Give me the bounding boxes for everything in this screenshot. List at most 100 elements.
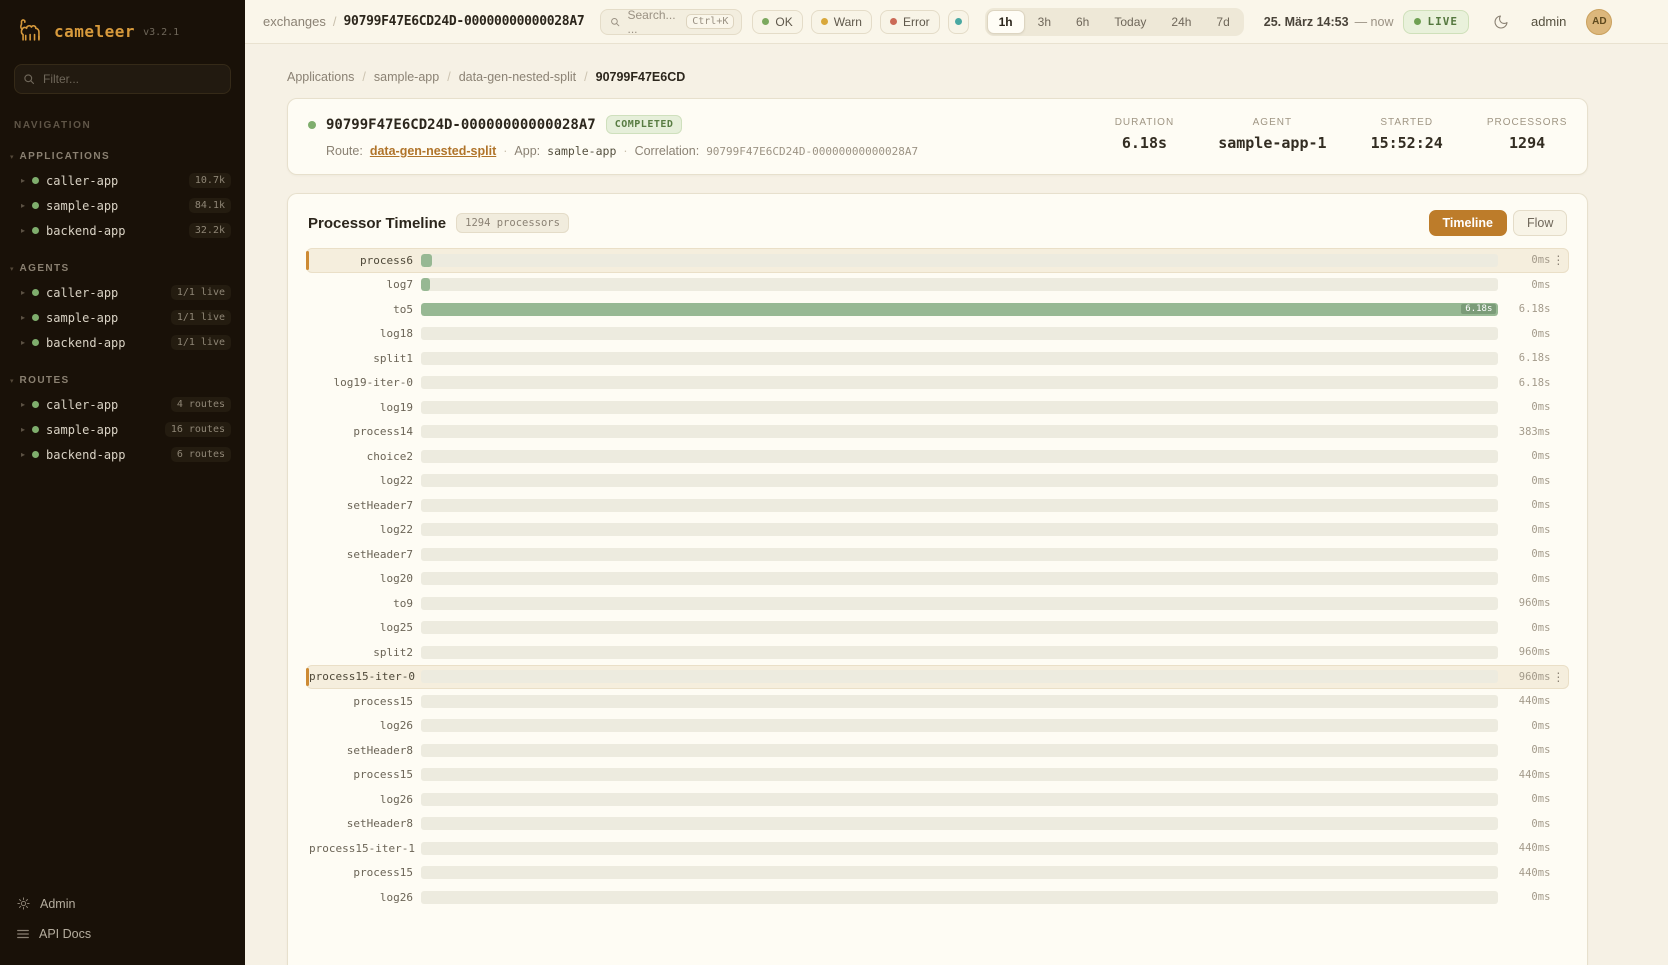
timeline-row-process15-iter-0[interactable]: process15-iter-0960ms⋮ <box>306 665 1569 690</box>
timeline-row-log26[interactable]: log260ms <box>306 885 1569 910</box>
row-menu-icon[interactable]: ⋮ <box>1550 670 1566 684</box>
processor-label: log22 <box>309 523 421 536</box>
chevron-right-icon: ▸ <box>21 201 25 210</box>
breadcrumb-item-sample-app[interactable]: sample-app <box>374 70 439 84</box>
timeline-row-log19[interactable]: log190ms <box>306 395 1569 420</box>
timeline-row-process15-iter-1[interactable]: process15-iter-1440ms <box>306 836 1569 861</box>
timeline-track <box>421 352 1498 365</box>
breadcrumb-item-data-gen-nested-split[interactable]: data-gen-nested-split <box>459 70 576 84</box>
avatar[interactable]: AD <box>1586 9 1612 35</box>
filter-input[interactable] <box>14 64 231 94</box>
timeline-row-setheader7[interactable]: setHeader70ms <box>306 493 1569 518</box>
section-header-routes[interactable]: ▾ROUTES <box>0 371 245 392</box>
sidebar-item-agents-caller-app[interactable]: ▸caller-app1/1 live <box>0 280 245 305</box>
navigation-label: NAVIGATION <box>14 120 231 131</box>
breadcrumb-item-applications[interactable]: Applications <box>287 70 354 84</box>
processor-label: log25 <box>309 621 421 634</box>
section-header-agents[interactable]: ▾AGENTS <box>0 259 245 280</box>
timeline-row-process6[interactable]: process60ms⋮ <box>306 248 1569 273</box>
live-label: LIVE <box>1427 15 1458 28</box>
search-placeholder: Search... ... <box>628 8 680 36</box>
row-menu-icon[interactable]: ⋮ <box>1550 253 1566 267</box>
timeline-track <box>421 425 1498 438</box>
breadcrumb-exchange-id: 90799F47E6CD24D-00000000000028A7 <box>344 14 585 29</box>
timeline-row-log7[interactable]: log70ms <box>306 273 1569 298</box>
gear-icon <box>16 896 31 911</box>
status-dot <box>32 314 39 321</box>
time-range-today[interactable]: Today <box>1102 10 1158 34</box>
section-collapse-icon: ▾ <box>10 265 14 273</box>
timeline-row-to5[interactable]: to56.18s6.18s <box>306 297 1569 322</box>
exchange-status-dot <box>308 121 316 129</box>
timeline-row-log22[interactable]: log220ms <box>306 469 1569 494</box>
timeline-row-log26[interactable]: log260ms <box>306 787 1569 812</box>
filter-chip-ok[interactable]: OK <box>752 10 802 34</box>
status-dot <box>32 202 39 209</box>
timeline-row-log20[interactable]: log200ms <box>306 567 1569 592</box>
view-flow-button[interactable]: Flow <box>1513 210 1567 236</box>
timeline-row-setheader7[interactable]: setHeader70ms <box>306 542 1569 567</box>
route-link[interactable]: data-gen-nested-split <box>370 144 496 158</box>
live-indicator[interactable]: LIVE <box>1403 10 1469 34</box>
processor-label: process15 <box>309 866 421 879</box>
dark-mode-toggle[interactable] <box>1493 14 1509 30</box>
timeline-row-choice2[interactable]: choice20ms <box>306 444 1569 469</box>
timeline-row-log25[interactable]: log250ms <box>306 616 1569 641</box>
timeline-row-process15[interactable]: process15440ms <box>306 689 1569 714</box>
time-range-6h[interactable]: 6h <box>1064 10 1101 34</box>
admin-button[interactable]: Admin <box>16 888 229 919</box>
sidebar-item-agents-sample-app[interactable]: ▸sample-app1/1 live <box>0 305 245 330</box>
timeline-track <box>421 891 1498 904</box>
time-range-7d[interactable]: 7d <box>1204 10 1241 34</box>
timeline-row-setheader8[interactable]: setHeader80ms <box>306 738 1569 763</box>
timeline-track <box>421 474 1498 487</box>
time-range-1h[interactable]: 1h <box>987 10 1025 34</box>
sidebar-item-applications-caller-app[interactable]: ▸caller-app10.7k <box>0 168 245 193</box>
sidebar: cameleer v3.2.1 NAVIGATION ▾APPLICATIONS… <box>0 0 245 965</box>
sidebar-item-agents-backend-app[interactable]: ▸backend-app1/1 live <box>0 330 245 355</box>
sidebar-item-badge: 6 routes <box>171 447 231 462</box>
sidebar-item-routes-backend-app[interactable]: ▸backend-app6 routes <box>0 442 245 467</box>
chevron-right-icon: ▸ <box>21 400 25 409</box>
chevron-right-icon: ▸ <box>21 425 25 434</box>
timeline-row-process15[interactable]: process15440ms <box>306 763 1569 788</box>
timeline-row-split1[interactable]: split16.18s <box>306 346 1569 371</box>
timeline-row-to9[interactable]: to9960ms <box>306 591 1569 616</box>
sidebar-item-routes-sample-app[interactable]: ▸sample-app16 routes <box>0 417 245 442</box>
api-docs-button[interactable]: API Docs <box>16 919 229 949</box>
timeline-track <box>421 817 1498 830</box>
row-duration: 383ms <box>1498 426 1550 438</box>
timeline-track <box>421 670 1498 683</box>
timeline-row-process15[interactable]: process15440ms <box>306 861 1569 886</box>
timeline-row-log19-iter-0[interactable]: log19-iter-06.18s <box>306 371 1569 396</box>
user-name[interactable]: admin <box>1531 14 1566 29</box>
global-search[interactable]: Search... ... Ctrl+K <box>600 9 742 35</box>
timeline-row-setheader8[interactable]: setHeader80ms <box>306 812 1569 837</box>
sidebar-item-applications-sample-app[interactable]: ▸sample-app84.1k <box>0 193 245 218</box>
time-range-24h[interactable]: 24h <box>1159 10 1203 34</box>
timeline-track <box>421 376 1498 389</box>
timeline-row-log18[interactable]: log180ms <box>306 322 1569 347</box>
date-range[interactable]: 25. März 14:53— now <box>1264 15 1394 29</box>
view-timeline-button[interactable]: Timeline <box>1429 210 1507 236</box>
time-range-3h[interactable]: 3h <box>1026 10 1063 34</box>
app-logo[interactable]: cameleer v3.2.1 <box>0 0 245 56</box>
section-header-applications[interactable]: ▾APPLICATIONS <box>0 147 245 168</box>
sidebar-item-routes-caller-app[interactable]: ▸caller-app4 routes <box>0 392 245 417</box>
filter-chip-warn[interactable]: Warn <box>811 10 872 34</box>
timeline-row-process14[interactable]: process14383ms <box>306 420 1569 445</box>
timeline-row-split2[interactable]: split2960ms <box>306 640 1569 665</box>
sidebar-item-badge: 32.2k <box>189 223 231 238</box>
timeline-bar <box>421 254 432 267</box>
row-duration: 0ms <box>1498 891 1550 903</box>
breadcrumb-section[interactable]: exchanges <box>263 14 326 29</box>
timeline-row-log26[interactable]: log260ms <box>306 714 1569 739</box>
filter-chip-extra[interactable] <box>948 10 969 34</box>
sidebar-item-applications-backend-app[interactable]: ▸backend-app32.2k <box>0 218 245 243</box>
processor-label: log18 <box>309 327 421 340</box>
sidebar-item-badge: 16 routes <box>165 422 231 437</box>
timeline-title: Processor Timeline <box>308 215 446 232</box>
filter-chip-error[interactable]: Error <box>880 10 940 34</box>
camel-logo-icon <box>16 16 46 46</box>
timeline-row-log22[interactable]: log220ms <box>306 518 1569 543</box>
